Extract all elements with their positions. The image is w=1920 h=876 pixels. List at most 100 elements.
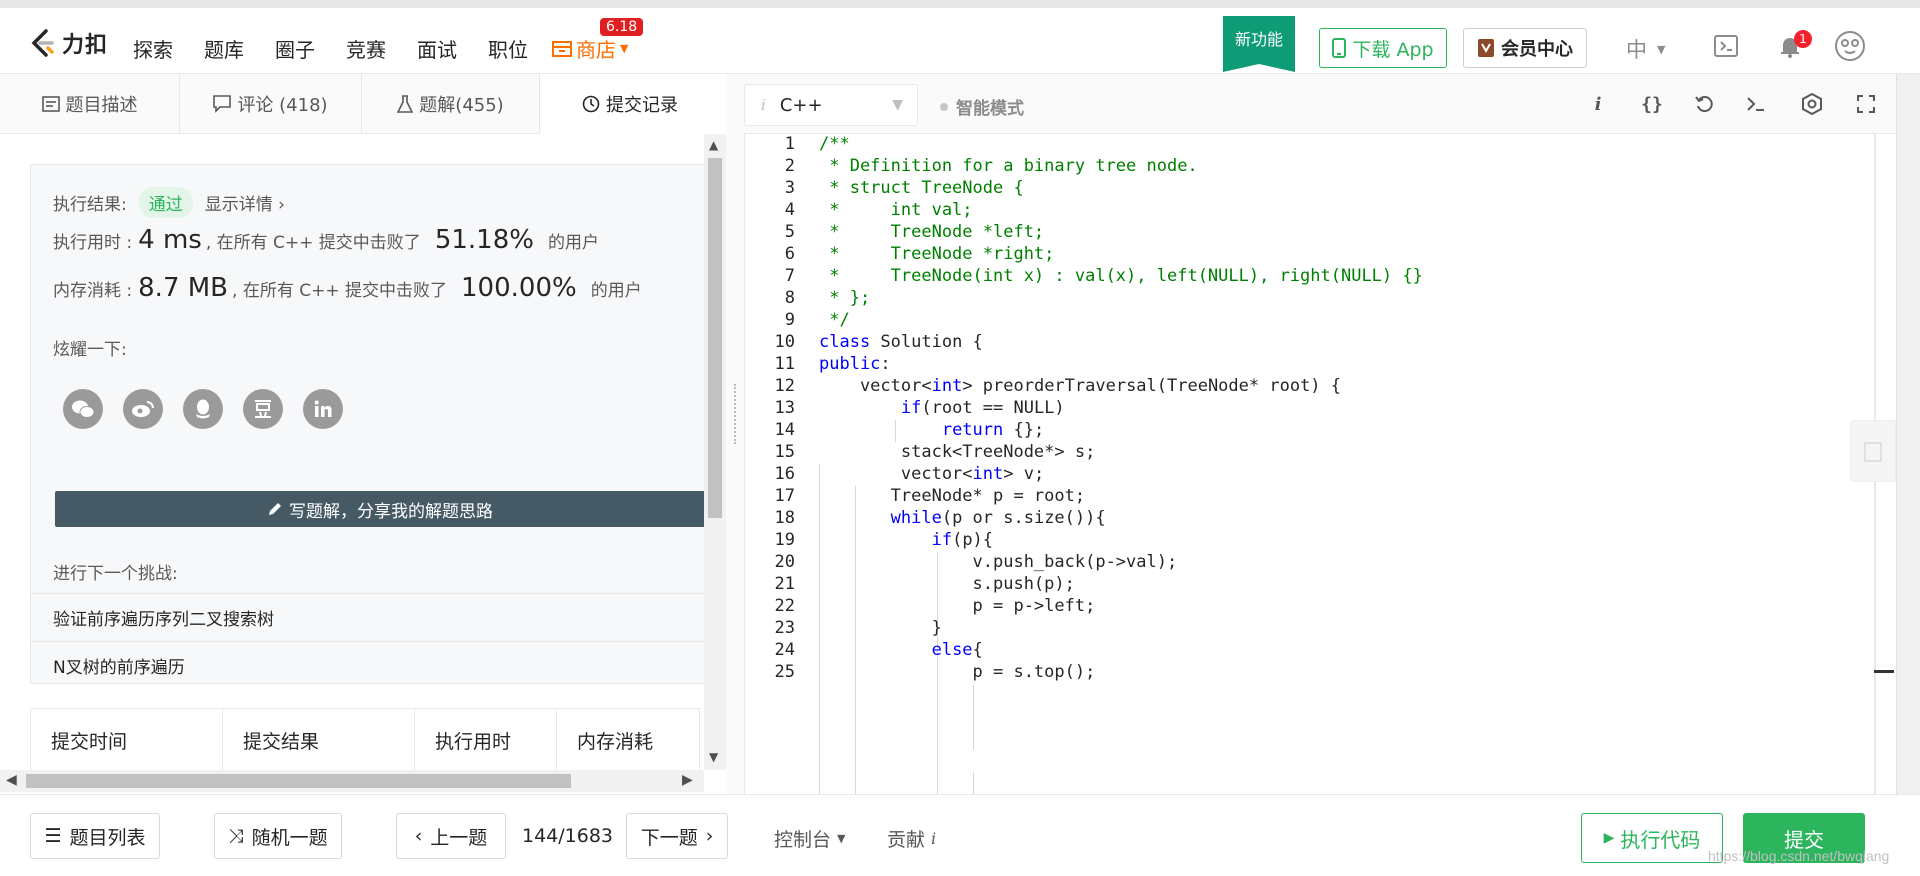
code-line[interactable]: * TreeNode *right; bbox=[819, 244, 1054, 264]
line-number: 3 bbox=[784, 178, 795, 198]
terminal-icon[interactable] bbox=[1742, 90, 1770, 118]
line-number: 15 bbox=[774, 442, 795, 462]
code-line[interactable]: p = p->left; bbox=[819, 596, 1096, 616]
problem-list-button[interactable]: ☰ 题目列表 bbox=[30, 813, 160, 859]
code-editor[interactable]: 1 2 3 4 5 6 7 8 9 10 11 12 13 14 15 16 17 18 19 20 21 22 23 24 2… bbox=[744, 134, 1874, 794]
show-details-link[interactable]: 显示详情 › bbox=[205, 190, 285, 215]
status-badge: 通过 bbox=[138, 187, 193, 218]
phone-icon bbox=[1332, 38, 1347, 58]
scrollbar-thumb[interactable] bbox=[26, 774, 571, 788]
runtime-row: 执行用时 : 4 ms , 在所有 C++ 提交中击败了 51.18% 的用户 bbox=[53, 225, 599, 255]
code-line[interactable]: stack<TreeNode*> s; bbox=[819, 442, 1095, 462]
scrollbar-thumb[interactable] bbox=[708, 158, 722, 518]
weibo-icon[interactable] bbox=[123, 389, 163, 429]
nav-circle[interactable]: 圈子 bbox=[275, 34, 315, 63]
douban-icon[interactable] bbox=[243, 389, 283, 429]
column-header[interactable]: 执行用时 bbox=[415, 709, 557, 770]
left-horizontal-scrollbar[interactable]: ◀ ▶ bbox=[0, 770, 704, 792]
tab-comments[interactable]: 评论 (418) bbox=[180, 74, 362, 134]
code-line[interactable]: * TreeNode(int x) : val(x), left(NULL), … bbox=[819, 266, 1423, 286]
code-line[interactable]: else{ bbox=[819, 640, 983, 660]
download-app-button[interactable]: 下载 App bbox=[1319, 28, 1447, 68]
info-icon[interactable]: i bbox=[1584, 90, 1612, 118]
code-line[interactable]: } bbox=[819, 618, 942, 638]
nav-problems[interactable]: 题库 bbox=[204, 34, 244, 63]
nav-jobs[interactable]: 职位 bbox=[488, 34, 528, 63]
nav-store[interactable]: 商店 ▼ bbox=[552, 34, 628, 63]
vip-center-button[interactable]: 会员中心 bbox=[1463, 28, 1587, 68]
caret-down-icon: ▼ bbox=[1657, 42, 1666, 56]
code-line[interactable]: public: bbox=[819, 354, 891, 374]
panel-splitter[interactable] bbox=[726, 74, 744, 794]
run-code-button[interactable]: ▶ 执行代码 bbox=[1581, 813, 1723, 863]
linkedin-icon[interactable] bbox=[303, 389, 343, 429]
console-toggle[interactable]: 控制台 ▼ bbox=[774, 825, 845, 852]
braces-icon[interactable]: {} bbox=[1638, 90, 1666, 118]
line-number: 1 bbox=[784, 134, 795, 154]
info-icon: i bbox=[761, 96, 766, 114]
wechat-icon[interactable] bbox=[63, 389, 103, 429]
logo-text: 力扣 bbox=[62, 33, 109, 58]
code-line[interactable]: class Solution { bbox=[819, 332, 983, 352]
new-feature-ribbon[interactable]: 新功能 bbox=[1223, 16, 1295, 72]
qq-icon[interactable] bbox=[183, 389, 223, 429]
column-header[interactable]: 提交时间 bbox=[31, 709, 223, 770]
code-line[interactable]: s.push(p); bbox=[819, 574, 1075, 594]
code-line[interactable]: /** bbox=[819, 134, 850, 154]
leetcode-logo[interactable]: 力扣 bbox=[28, 26, 108, 60]
side-panel-tab[interactable] bbox=[1850, 420, 1896, 482]
editor-toolbar: i C++ ▼ 智能模式 i {} bbox=[744, 74, 1904, 134]
code-line[interactable]: * TreeNode *left; bbox=[819, 222, 1044, 242]
code-line[interactable]: */ bbox=[819, 310, 849, 330]
write-solution-button[interactable]: 写题解，分享我的解题思路 bbox=[55, 491, 705, 527]
line-number: 18 bbox=[774, 508, 795, 528]
challenge-item[interactable]: N叉树的前序遍历 bbox=[31, 641, 706, 689]
scroll-left-icon[interactable]: ◀ bbox=[6, 772, 17, 788]
left-vertical-scrollbar[interactable]: ▲ ▼ bbox=[704, 134, 726, 770]
notification-badge: 1 bbox=[1794, 30, 1812, 48]
scroll-up-icon[interactable]: ▲ bbox=[709, 138, 718, 152]
code-line[interactable]: p = s.top(); bbox=[819, 662, 1096, 682]
code-line[interactable]: if(root == NULL) bbox=[819, 398, 1065, 418]
tab-submissions-label: 提交记录 bbox=[606, 94, 678, 116]
shuffle-icon: ⤨ bbox=[228, 825, 244, 847]
playground-icon[interactable] bbox=[1712, 32, 1740, 60]
code-line[interactable]: * }; bbox=[819, 288, 870, 308]
random-problem-button[interactable]: ⤨ 随机一题 bbox=[214, 813, 342, 859]
fullscreen-icon[interactable] bbox=[1852, 90, 1880, 118]
code-line[interactable]: while(p or s.size()){ bbox=[819, 508, 1106, 528]
line-number: 10 bbox=[774, 332, 795, 352]
code-line[interactable]: vector<int> v; bbox=[819, 464, 1044, 484]
nav-contest[interactable]: 竞赛 bbox=[346, 34, 386, 63]
challenge-item[interactable]: 验证前序遍历序列二叉搜索树 bbox=[31, 593, 706, 641]
code-line[interactable]: v.push_back(p->val); bbox=[819, 552, 1178, 572]
smart-mode-toggle[interactable]: 智能模式 bbox=[940, 94, 1024, 119]
code-line[interactable]: vector<int> preorderTraversal(TreeNode* … bbox=[819, 376, 1341, 396]
contribute-link[interactable]: 贡献 i bbox=[887, 825, 936, 852]
nav-interview[interactable]: 面试 bbox=[417, 34, 457, 63]
reset-icon[interactable] bbox=[1690, 90, 1718, 118]
code-line[interactable]: return {}; bbox=[819, 420, 1044, 440]
code-line[interactable]: * struct TreeNode { bbox=[819, 178, 1023, 198]
code-line[interactable]: * Definition for a binary tree node. bbox=[819, 156, 1197, 176]
tab-description[interactable]: 题目描述 bbox=[0, 74, 180, 134]
prev-problem-button[interactable]: ‹ 上一题 bbox=[396, 813, 506, 859]
column-header[interactable]: 提交结果 bbox=[223, 709, 415, 770]
column-header[interactable]: 内存消耗 bbox=[557, 709, 699, 770]
scroll-down-icon[interactable]: ▼ bbox=[709, 750, 718, 764]
line-number: 9 bbox=[784, 310, 795, 330]
tab-submissions[interactable]: 提交记录 bbox=[540, 74, 720, 134]
code-line[interactable]: TreeNode* p = root; bbox=[819, 486, 1085, 506]
settings-icon[interactable] bbox=[1798, 90, 1826, 118]
code-line[interactable]: * int val; bbox=[819, 200, 972, 220]
tab-solutions[interactable]: 题解(455) bbox=[362, 74, 540, 134]
language-select[interactable]: i C++ ▼ bbox=[744, 84, 918, 126]
nav-explore[interactable]: 探索 bbox=[133, 34, 173, 63]
drag-handle-icon[interactable] bbox=[734, 384, 736, 444]
language-switcher[interactable]: 中 ▼ bbox=[1626, 34, 1665, 64]
avatar[interactable] bbox=[1834, 30, 1866, 62]
code-line[interactable]: if(p){ bbox=[819, 530, 993, 550]
scroll-right-icon[interactable]: ▶ bbox=[682, 772, 693, 788]
next-challenge-label: 进行下一个挑战: bbox=[53, 564, 178, 584]
next-problem-button[interactable]: 下一题 › bbox=[626, 813, 728, 859]
